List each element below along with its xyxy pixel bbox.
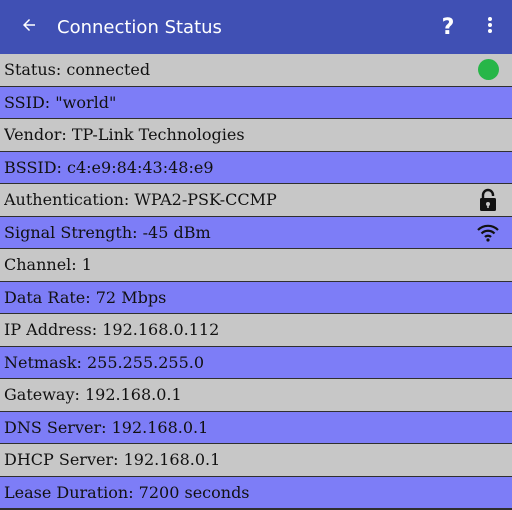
data-rate-text: Data Rate: 72 Mbps — [4, 287, 167, 307]
help-button[interactable]: ? — [428, 0, 468, 54]
vendor-text: Vendor: TP-Link Technologies — [4, 125, 245, 145]
netmask-row: Netmask: 255.255.255.0 — [0, 346, 512, 378]
bssid-text: BSSID: c4:e9:84:43:48:e9 — [4, 157, 214, 177]
gateway-text: Gateway: 192.168.0.1 — [4, 385, 182, 405]
connection-status-screen: Connection Status ? Status: connected SS… — [0, 0, 512, 510]
authentication-text: Authentication: WPA2-PSK-CCMP — [4, 190, 277, 210]
status-text: Status: connected — [4, 60, 151, 80]
status-row: Status: connected — [0, 54, 512, 86]
dhcp-server-text: DHCP Server: 192.168.0.1 — [4, 450, 221, 470]
netmask-text: Netmask: 255.255.255.0 — [4, 352, 205, 372]
dns-server-text: DNS Server: 192.168.0.1 — [4, 417, 209, 437]
channel-row: Channel: 1 — [0, 249, 512, 281]
page-title: Connection Status — [57, 16, 222, 38]
channel-text: Channel: 1 — [4, 255, 92, 275]
signal-strength-text: Signal Strength: -45 dBm — [4, 222, 211, 242]
ssid-text: SSID: "world" — [4, 92, 117, 112]
signal-strength-row: Signal Strength: -45 dBm — [0, 216, 512, 248]
ssid-row: SSID: "world" — [0, 86, 512, 118]
connection-info-list: Status: connected SSID: "world" Vendor: … — [0, 54, 512, 509]
status-dot-icon — [478, 59, 499, 81]
back-button[interactable] — [0, 0, 58, 54]
data-rate-row: Data Rate: 72 Mbps — [0, 281, 512, 313]
overflow-menu-button[interactable] — [468, 0, 512, 54]
lease-duration-row: Lease Duration: 7200 seconds — [0, 476, 512, 508]
more-vert-icon — [487, 16, 493, 38]
bssid-row: BSSID: c4:e9:84:43:48:e9 — [0, 151, 512, 183]
gateway-row: Gateway: 192.168.0.1 — [0, 379, 512, 411]
vendor-row: Vendor: TP-Link Technologies — [0, 119, 512, 151]
wifi-icon — [476, 220, 500, 244]
app-toolbar: Connection Status ? — [0, 0, 512, 54]
dns-server-row: DNS Server: 192.168.0.1 — [0, 411, 512, 443]
ip-address-row: IP Address: 192.168.0.112 — [0, 314, 512, 346]
arrow-back-icon — [20, 16, 38, 38]
lock-icon — [476, 188, 500, 212]
authentication-row: Authentication: WPA2-PSK-CCMP — [0, 184, 512, 216]
ip-address-text: IP Address: 192.168.0.112 — [4, 320, 220, 340]
dhcp-server-row: DHCP Server: 192.168.0.1 — [0, 444, 512, 476]
lease-duration-text: Lease Duration: 7200 seconds — [4, 482, 250, 502]
